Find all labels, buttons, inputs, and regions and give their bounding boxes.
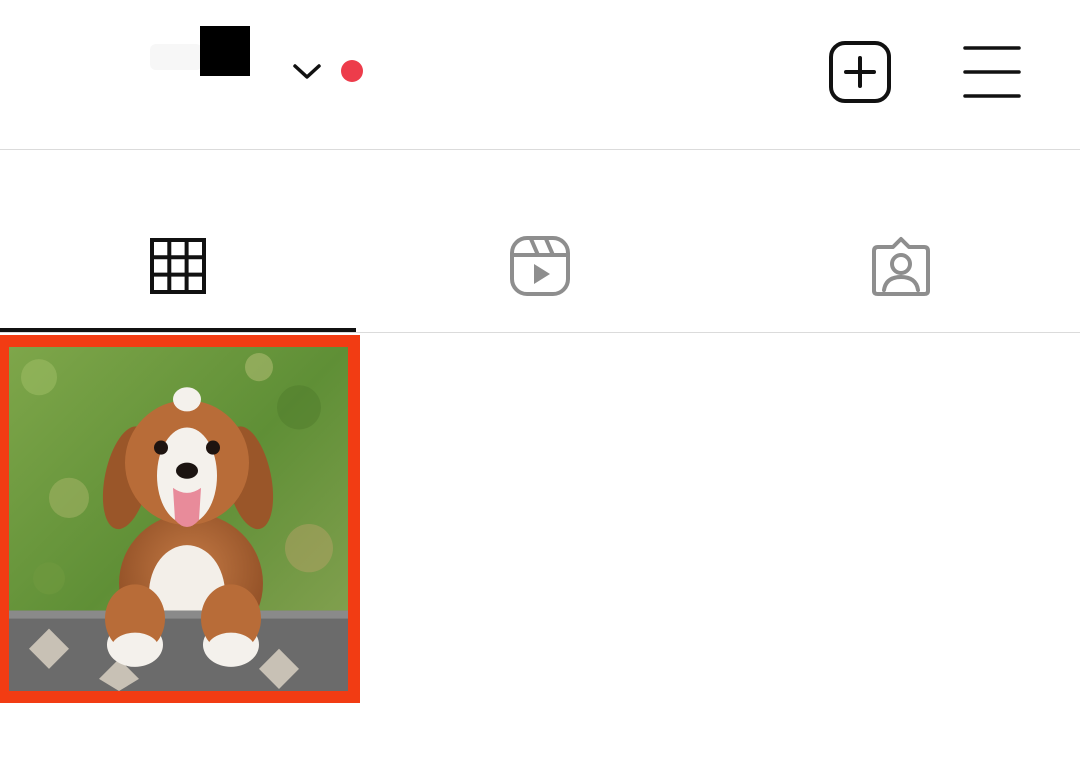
account-switcher-chevron-down-icon[interactable] xyxy=(290,58,324,84)
tab-posts-grid[interactable] xyxy=(0,150,360,332)
grid-icon xyxy=(150,238,206,294)
menu-hamburger-icon[interactable] xyxy=(958,42,1026,102)
reels-icon xyxy=(510,236,570,296)
post-thumbnail-highlighted[interactable] xyxy=(0,335,360,703)
profile-tabs xyxy=(0,150,1080,332)
tabs-divider xyxy=(0,332,1080,333)
new-post-add-square-icon[interactable] xyxy=(826,40,894,106)
username-redacted-left xyxy=(150,44,202,70)
account-username[interactable] xyxy=(150,26,260,78)
tab-reels[interactable] xyxy=(360,150,720,332)
tagged-icon xyxy=(872,237,930,296)
username-redacted-block xyxy=(200,26,250,76)
notification-dot xyxy=(341,60,363,82)
puppy-photo xyxy=(9,347,348,691)
profile-header xyxy=(0,0,1080,150)
tab-tagged[interactable] xyxy=(720,150,1080,332)
